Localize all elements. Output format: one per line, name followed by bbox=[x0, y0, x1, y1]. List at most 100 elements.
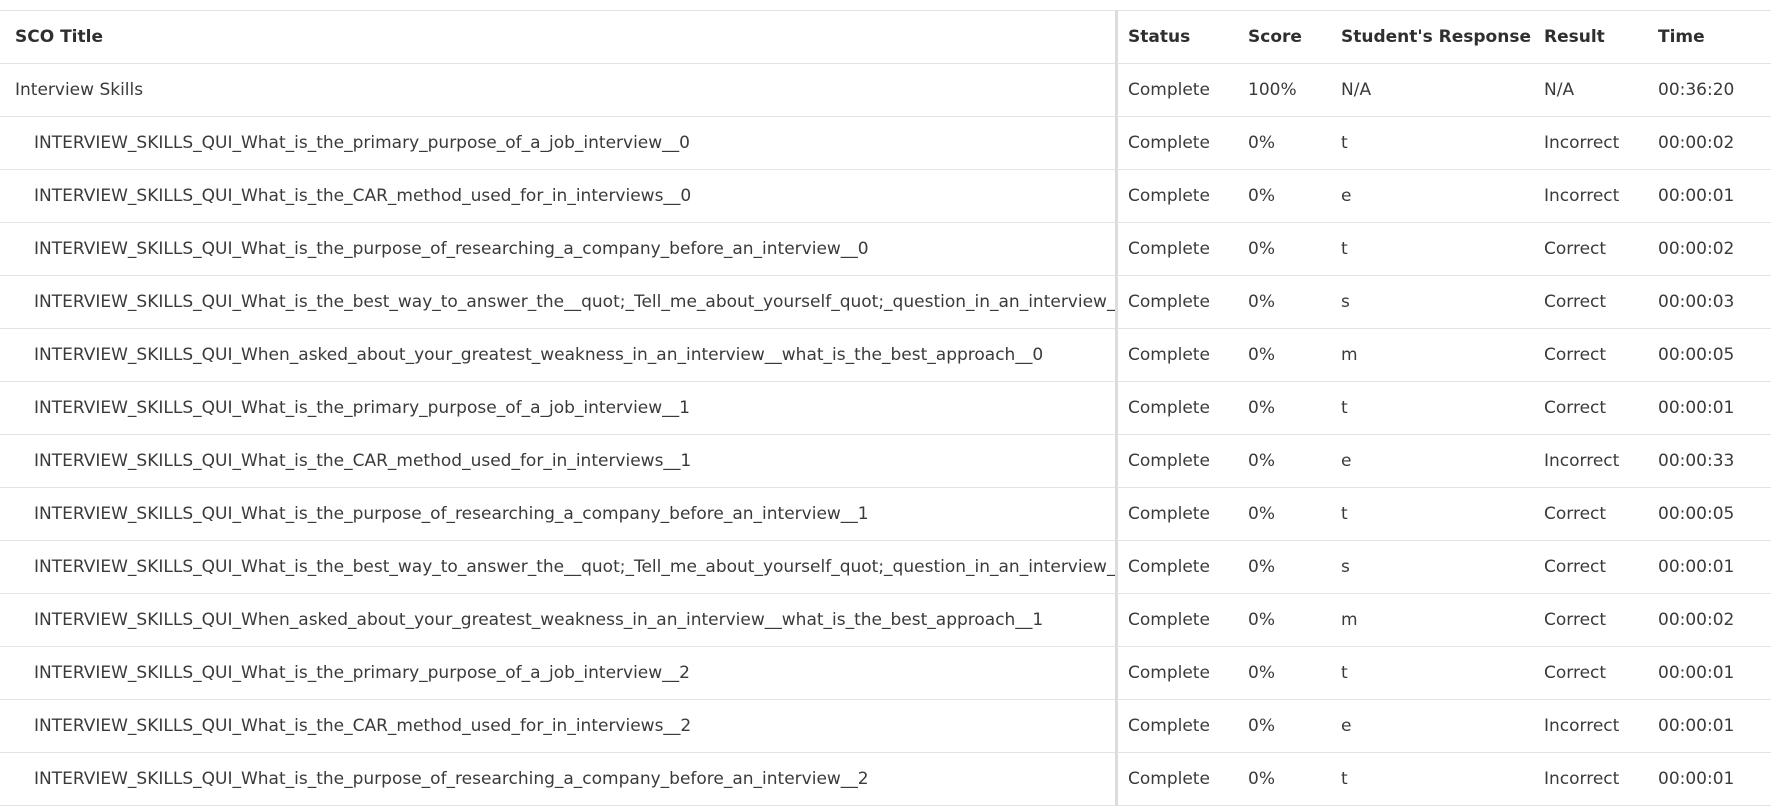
cell-sco-title: INTERVIEW_SKILLS_QUI_When_asked_about_yo… bbox=[0, 593, 1118, 647]
cell-student-response: s bbox=[1341, 275, 1544, 329]
table-header-row: SCO Title Status Score Student's Respons… bbox=[0, 10, 1771, 64]
cell-time: 00:00:01 bbox=[1658, 752, 1771, 806]
cell-time: 00:00:03 bbox=[1658, 275, 1771, 329]
cell-sco-title: Interview Skills bbox=[0, 63, 1118, 117]
cell-time: 00:00:02 bbox=[1658, 116, 1771, 170]
cell-status: Complete bbox=[1116, 275, 1248, 329]
sco-results-table: SCO Title Status Score Student's Respons… bbox=[0, 10, 1771, 806]
cell-result: Correct bbox=[1544, 487, 1658, 541]
cell-score: 0% bbox=[1248, 328, 1341, 382]
sco-results-report: SCO Title Status Score Student's Respons… bbox=[0, 10, 1771, 806]
header-result[interactable]: Result bbox=[1544, 10, 1658, 64]
cell-score: 0% bbox=[1248, 222, 1341, 276]
cell-time: 00:00:01 bbox=[1658, 540, 1771, 594]
cell-sco-title: INTERVIEW_SKILLS_QUI_What_is_the_CAR_met… bbox=[0, 434, 1118, 488]
cell-status: Complete bbox=[1116, 116, 1248, 170]
cell-score: 0% bbox=[1248, 646, 1341, 700]
cell-sco-title: INTERVIEW_SKILLS_QUI_What_is_the_purpose… bbox=[0, 752, 1118, 806]
table-row[interactable]: INTERVIEW_SKILLS_QUI_What_is_the_best_wa… bbox=[0, 275, 1771, 329]
cell-student-response: s bbox=[1341, 540, 1544, 594]
cell-student-response: t bbox=[1341, 381, 1544, 435]
header-time[interactable]: Time bbox=[1658, 10, 1771, 64]
cell-time: 00:00:01 bbox=[1658, 699, 1771, 753]
cell-result: Incorrect bbox=[1544, 699, 1658, 753]
cell-sco-title: INTERVIEW_SKILLS_QUI_What_is_the_best_wa… bbox=[0, 275, 1118, 329]
header-status[interactable]: Status bbox=[1116, 10, 1248, 64]
cell-result: Correct bbox=[1544, 593, 1658, 647]
table-row[interactable]: INTERVIEW_SKILLS_QUI_When_asked_about_yo… bbox=[0, 593, 1771, 647]
cell-sco-title: INTERVIEW_SKILLS_QUI_What_is_the_purpose… bbox=[0, 487, 1118, 541]
cell-sco-title: INTERVIEW_SKILLS_QUI_When_asked_about_yo… bbox=[0, 328, 1118, 382]
cell-status: Complete bbox=[1116, 540, 1248, 594]
cell-student-response: N/A bbox=[1341, 63, 1544, 117]
cell-score: 0% bbox=[1248, 381, 1341, 435]
cell-result: Correct bbox=[1544, 540, 1658, 594]
cell-time: 00:00:01 bbox=[1658, 169, 1771, 223]
cell-status: Complete bbox=[1116, 752, 1248, 806]
cell-sco-title: INTERVIEW_SKILLS_QUI_What_is_the_CAR_met… bbox=[0, 169, 1118, 223]
cell-sco-title: INTERVIEW_SKILLS_QUI_What_is_the_primary… bbox=[0, 116, 1118, 170]
table-row[interactable]: INTERVIEW_SKILLS_QUI_When_asked_about_yo… bbox=[0, 328, 1771, 382]
cell-time: 00:00:33 bbox=[1658, 434, 1771, 488]
table-row[interactable]: INTERVIEW_SKILLS_QUI_What_is_the_primary… bbox=[0, 381, 1771, 435]
cell-score: 0% bbox=[1248, 275, 1341, 329]
cell-sco-title: INTERVIEW_SKILLS_QUI_What_is_the_best_wa… bbox=[0, 540, 1118, 594]
cell-time: 00:36:20 bbox=[1658, 63, 1771, 117]
table-row[interactable]: INTERVIEW_SKILLS_QUI_What_is_the_purpose… bbox=[0, 487, 1771, 541]
cell-status: Complete bbox=[1116, 328, 1248, 382]
cell-score: 0% bbox=[1248, 487, 1341, 541]
cell-status: Complete bbox=[1116, 646, 1248, 700]
cell-status: Complete bbox=[1116, 487, 1248, 541]
cell-score: 100% bbox=[1248, 63, 1341, 117]
cell-status: Complete bbox=[1116, 222, 1248, 276]
cell-status: Complete bbox=[1116, 699, 1248, 753]
cell-result: N/A bbox=[1544, 63, 1658, 117]
header-score[interactable]: Score bbox=[1248, 10, 1341, 64]
table-row[interactable]: INTERVIEW_SKILLS_QUI_What_is_the_purpose… bbox=[0, 752, 1771, 806]
cell-result: Correct bbox=[1544, 328, 1658, 382]
cell-result: Incorrect bbox=[1544, 434, 1658, 488]
cell-status: Complete bbox=[1116, 593, 1248, 647]
table-row[interactable]: INTERVIEW_SKILLS_QUI_What_is_the_primary… bbox=[0, 116, 1771, 170]
cell-score: 0% bbox=[1248, 116, 1341, 170]
cell-time: 00:00:02 bbox=[1658, 222, 1771, 276]
header-sco-title[interactable]: SCO Title bbox=[0, 10, 1118, 64]
cell-score: 0% bbox=[1248, 752, 1341, 806]
table-row[interactable]: INTERVIEW_SKILLS_QUI_What_is_the_CAR_met… bbox=[0, 169, 1771, 223]
cell-student-response: t bbox=[1341, 646, 1544, 700]
cell-student-response: e bbox=[1341, 434, 1544, 488]
table-row[interactable]: INTERVIEW_SKILLS_QUI_What_is_the_primary… bbox=[0, 646, 1771, 700]
cell-student-response: e bbox=[1341, 699, 1544, 753]
cell-status: Complete bbox=[1116, 434, 1248, 488]
cell-student-response: t bbox=[1341, 222, 1544, 276]
header-student-response[interactable]: Student's Response bbox=[1341, 10, 1544, 64]
cell-sco-title: INTERVIEW_SKILLS_QUI_What_is_the_primary… bbox=[0, 381, 1118, 435]
cell-result: Correct bbox=[1544, 275, 1658, 329]
cell-score: 0% bbox=[1248, 593, 1341, 647]
cell-time: 00:00:05 bbox=[1658, 328, 1771, 382]
cell-student-response: e bbox=[1341, 169, 1544, 223]
cell-sco-title: INTERVIEW_SKILLS_QUI_What_is_the_CAR_met… bbox=[0, 699, 1118, 753]
cell-result: Correct bbox=[1544, 222, 1658, 276]
table-row[interactable]: INTERVIEW_SKILLS_QUI_What_is_the_CAR_met… bbox=[0, 699, 1771, 753]
cell-student-response: t bbox=[1341, 116, 1544, 170]
cell-student-response: m bbox=[1341, 328, 1544, 382]
table-row[interactable]: INTERVIEW_SKILLS_QUI_What_is_the_best_wa… bbox=[0, 540, 1771, 594]
cell-score: 0% bbox=[1248, 169, 1341, 223]
cell-result: Incorrect bbox=[1544, 752, 1658, 806]
cell-status: Complete bbox=[1116, 63, 1248, 117]
cell-student-response: t bbox=[1341, 487, 1544, 541]
cell-time: 00:00:01 bbox=[1658, 381, 1771, 435]
cell-result: Incorrect bbox=[1544, 116, 1658, 170]
cell-status: Complete bbox=[1116, 381, 1248, 435]
table-row[interactable]: INTERVIEW_SKILLS_QUI_What_is_the_purpose… bbox=[0, 222, 1771, 276]
cell-score: 0% bbox=[1248, 434, 1341, 488]
cell-score: 0% bbox=[1248, 699, 1341, 753]
cell-student-response: t bbox=[1341, 752, 1544, 806]
table-row[interactable]: Interview Skills Complete 100% N/A N/A 0… bbox=[0, 63, 1771, 117]
cell-time: 00:00:01 bbox=[1658, 646, 1771, 700]
table-body: Interview Skills Complete 100% N/A N/A 0… bbox=[0, 63, 1771, 806]
cell-student-response: m bbox=[1341, 593, 1544, 647]
cell-sco-title: INTERVIEW_SKILLS_QUI_What_is_the_purpose… bbox=[0, 222, 1118, 276]
table-row[interactable]: INTERVIEW_SKILLS_QUI_What_is_the_CAR_met… bbox=[0, 434, 1771, 488]
